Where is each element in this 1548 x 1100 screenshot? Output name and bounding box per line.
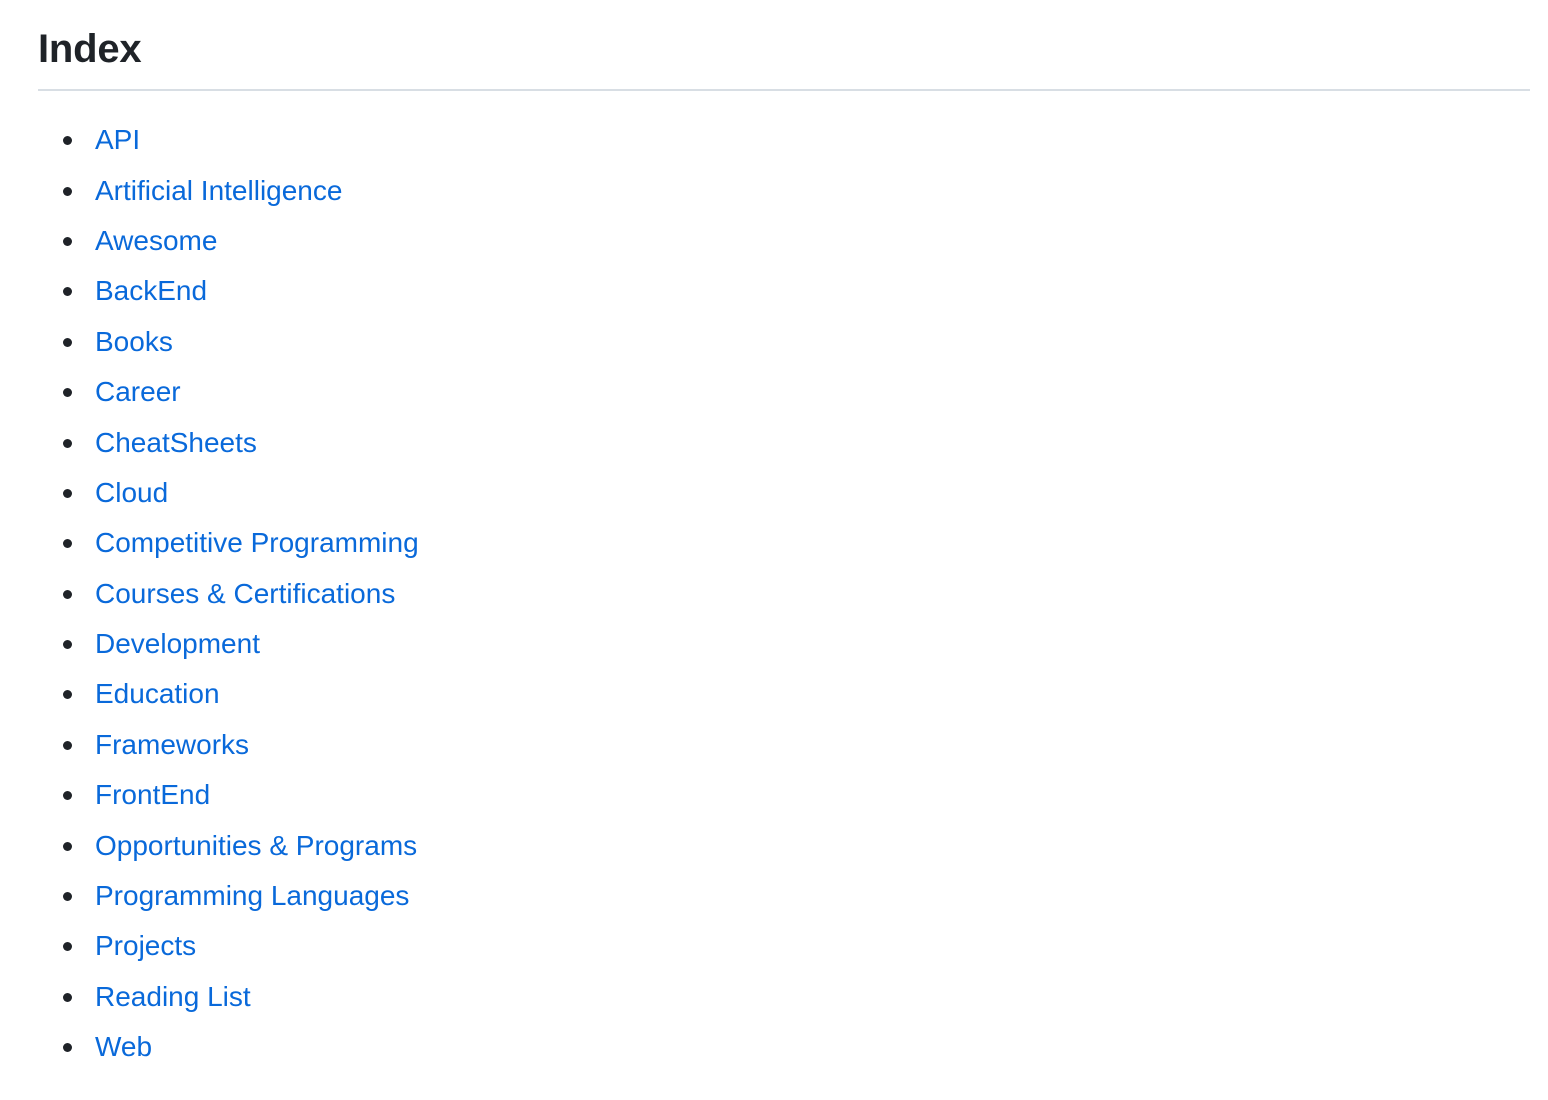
list-item: CheatSheets (38, 417, 1530, 467)
page: Index API Artificial Intelligence Awesom… (0, 0, 1548, 1100)
list-item: FrontEnd (38, 770, 1530, 820)
bullet-icon (63, 287, 72, 297)
list-item: Cloud (38, 468, 1530, 518)
list-item: API (38, 115, 1530, 165)
title-divider (38, 89, 1530, 91)
index-link-opportunities-programs[interactable]: Opportunities & Programs (95, 829, 417, 863)
index-link-career[interactable]: Career (95, 375, 181, 409)
list-item: Web (38, 1022, 1530, 1072)
list-item: Frameworks (38, 720, 1530, 770)
bullet-icon (63, 841, 72, 851)
list-item: Education (38, 669, 1530, 719)
bullet-icon (63, 488, 72, 498)
list-item: Books (38, 317, 1530, 367)
index-link-development[interactable]: Development (95, 627, 260, 661)
list-item: Projects (38, 921, 1530, 971)
bullet-icon (63, 337, 72, 347)
index-list: API Artificial Intelligence Awesome Back… (38, 115, 1530, 1072)
bullet-icon (63, 539, 72, 549)
index-link-courses-certifications[interactable]: Courses & Certifications (95, 577, 395, 611)
index-link-cloud[interactable]: Cloud (95, 476, 168, 510)
bullet-icon (63, 136, 72, 146)
index-link-education[interactable]: Education (95, 677, 220, 711)
list-item: Reading List (38, 972, 1530, 1022)
list-item: Career (38, 367, 1530, 417)
bullet-icon (63, 740, 72, 750)
bullet-icon (63, 942, 72, 952)
bullet-icon (63, 236, 72, 246)
bullet-icon (63, 589, 72, 599)
index-link-backend[interactable]: BackEnd (95, 274, 207, 308)
bullet-icon (63, 186, 72, 196)
index-link-web[interactable]: Web (95, 1030, 152, 1064)
bullet-icon (63, 388, 72, 398)
bullet-icon (63, 690, 72, 700)
index-link-awesome[interactable]: Awesome (95, 224, 217, 258)
list-item: Opportunities & Programs (38, 820, 1530, 870)
index-link-projects[interactable]: Projects (95, 929, 196, 963)
list-item: Development (38, 619, 1530, 669)
index-link-reading-list[interactable]: Reading List (95, 980, 251, 1014)
index-link-programming-languages[interactable]: Programming Languages (95, 879, 409, 913)
bullet-icon (63, 791, 72, 801)
bullet-icon (63, 992, 72, 1002)
bullet-icon (63, 892, 72, 902)
list-item: Competitive Programming (38, 518, 1530, 568)
bullet-icon (63, 438, 72, 448)
bullet-icon (63, 640, 72, 650)
index-link-api[interactable]: API (95, 123, 140, 157)
page-title: Index (38, 27, 142, 71)
list-item: Awesome (38, 216, 1530, 266)
index-link-frontend[interactable]: FrontEnd (95, 778, 210, 812)
index-link-cheatsheets[interactable]: CheatSheets (95, 426, 257, 460)
list-item: Artificial Intelligence (38, 165, 1530, 215)
bullet-icon (63, 1043, 72, 1053)
index-link-competitive-programming[interactable]: Competitive Programming (95, 526, 419, 560)
index-link-artificial-intelligence[interactable]: Artificial Intelligence (95, 174, 342, 208)
list-item: BackEnd (38, 266, 1530, 316)
index-link-books[interactable]: Books (95, 325, 173, 359)
index-link-frameworks[interactable]: Frameworks (95, 728, 249, 762)
list-item: Courses & Certifications (38, 569, 1530, 619)
list-item: Programming Languages (38, 871, 1530, 921)
